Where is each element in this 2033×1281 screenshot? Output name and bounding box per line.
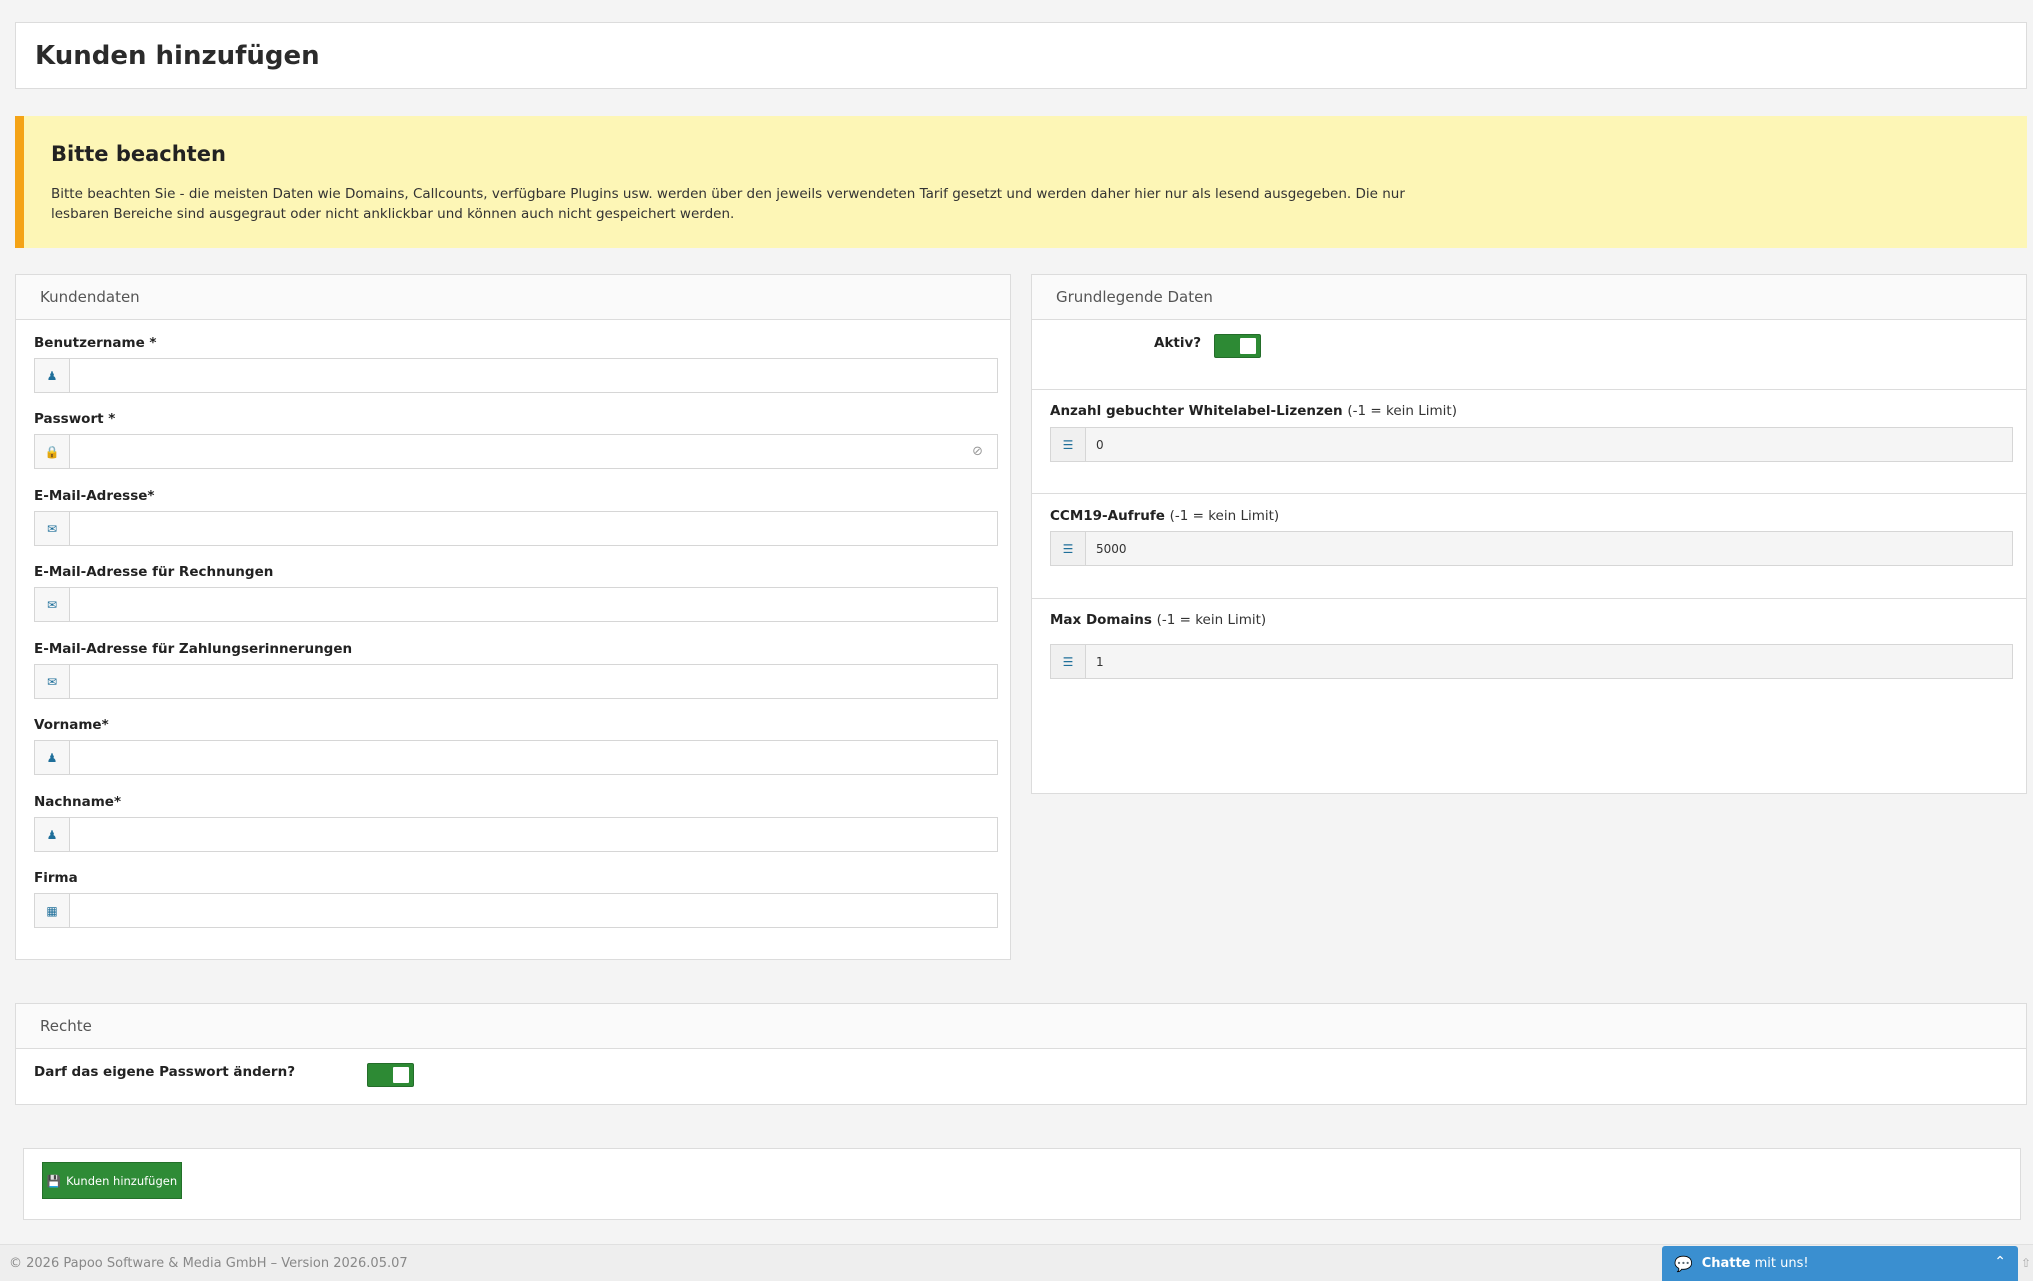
chat-label: Chatte mit uns! xyxy=(1701,1256,1809,1271)
notice-box: Bitte beachten Bitte beachten Sie - die … xyxy=(15,116,2027,248)
notice-title: Bitte beachten xyxy=(51,142,226,166)
chat-bubble-icon: 💬 xyxy=(1674,1254,1693,1273)
footer-text: © 2026 Papoo Software & Media GmbH – Ver… xyxy=(9,1256,408,1271)
active-label: Aktiv? xyxy=(1154,335,1202,351)
divider xyxy=(1032,598,2026,599)
lastname-label: Nachname* xyxy=(34,794,122,810)
invoice-email-group: ✉ xyxy=(34,587,998,622)
password-group: 🔒 ⊘ xyxy=(34,434,998,469)
user-icon: ♟ xyxy=(35,818,70,851)
user-icon: ♟ xyxy=(35,741,70,774)
whitelabel-group: ☰ xyxy=(1050,427,2013,462)
envelope-outline-icon: ✉ xyxy=(35,588,70,621)
floppy-disk-icon: 💾 xyxy=(46,1173,62,1188)
rights-panel-title: Rechte xyxy=(40,1017,92,1035)
basic-panel-title: Grundlegende Daten xyxy=(1056,288,1213,306)
list-icon: ☰ xyxy=(1051,645,1086,678)
password-label: Passwort * xyxy=(34,411,116,427)
lock-icon: 🔒 xyxy=(35,435,70,468)
password-input[interactable] xyxy=(70,435,997,468)
page-title: Kunden hinzufügen xyxy=(35,41,320,71)
notice-text: Bitte beachten Sie - die meisten Daten w… xyxy=(51,186,1405,222)
username-label: Benutzername * xyxy=(34,335,157,351)
envelope-outline-icon: ✉ xyxy=(35,665,70,698)
user-icon: ♟ xyxy=(35,359,70,392)
divider xyxy=(1032,389,2026,390)
customer-panel-title: Kundendaten xyxy=(40,288,140,306)
email-label: E-Mail-Adresse* xyxy=(34,488,155,504)
change-password-toggle[interactable] xyxy=(367,1063,414,1087)
rights-panel: Rechte Darf das eigene Passwort ändern? xyxy=(15,1003,2027,1105)
page-header: Kunden hinzufügen xyxy=(15,22,2027,89)
company-input[interactable] xyxy=(70,894,997,927)
building-icon: ▦ xyxy=(35,894,70,927)
divider xyxy=(1032,493,2026,494)
lastname-input[interactable] xyxy=(70,818,997,851)
invoice-email-input[interactable] xyxy=(70,588,997,621)
firstname-label: Vorname* xyxy=(34,717,109,733)
list-icon: ☰ xyxy=(1051,428,1086,461)
scroll-up-icon[interactable]: ⇧ xyxy=(2021,1256,2031,1270)
calls-label: CCM19-Aufrufe (-1 = kein Limit) xyxy=(1050,508,1280,524)
reminder-email-group: ✉ xyxy=(34,664,998,699)
firstname-input[interactable] xyxy=(70,741,997,774)
customer-panel: Kundendaten Benutzername * ♟ Passwort * … xyxy=(15,274,1011,960)
list-icon: ☰ xyxy=(1051,532,1086,565)
lastname-group: ♟ xyxy=(34,817,998,852)
add-customer-button-label: Kunden hinzufügen xyxy=(66,1173,178,1188)
company-label: Firma xyxy=(34,870,78,886)
reminder-email-input[interactable] xyxy=(70,665,997,698)
calls-group: ☰ xyxy=(1050,531,2013,566)
change-password-label: Darf das eigene Passwort ändern? xyxy=(34,1064,296,1080)
add-customer-button[interactable]: 💾 Kunden hinzufügen xyxy=(42,1162,182,1199)
firstname-group: ♟ xyxy=(34,740,998,775)
domains-group: ☰ xyxy=(1050,644,2013,679)
active-toggle[interactable] xyxy=(1214,334,1261,358)
rights-panel-header: Rechte xyxy=(16,1004,2026,1049)
calls-input xyxy=(1086,532,2012,565)
whitelabel-input xyxy=(1086,428,2012,461)
email-group: ✉ xyxy=(34,511,998,546)
basic-panel-header: Grundlegende Daten xyxy=(1032,275,2026,320)
eye-slash-icon[interactable]: ⊘ xyxy=(972,444,983,459)
basic-data-panel: Grundlegende Daten Aktiv? Anzahl gebucht… xyxy=(1031,274,2027,794)
invoice-email-label: E-Mail-Adresse für Rechnungen xyxy=(34,564,274,580)
email-input[interactable] xyxy=(70,512,997,545)
reminder-email-label: E-Mail-Adresse für Zahlungserinnerungen xyxy=(34,641,353,657)
customer-panel-header: Kundendaten xyxy=(16,275,1010,320)
whitelabel-label: Anzahl gebuchter Whitelabel-Lizenzen (-1… xyxy=(1050,403,1457,419)
actions-panel: 💾 Kunden hinzufügen xyxy=(23,1148,2021,1220)
domains-label: Max Domains (-1 = kein Limit) xyxy=(1050,612,1267,628)
envelope-icon: ✉ xyxy=(35,512,70,545)
domains-input xyxy=(1086,645,2012,678)
chat-widget[interactable]: 💬 Chatte mit uns! ⌃ xyxy=(1662,1246,2018,1281)
chevron-up-icon[interactable]: ⌃ xyxy=(1994,1254,2006,1270)
company-group: ▦ xyxy=(34,893,998,928)
username-input[interactable] xyxy=(70,359,997,392)
username-group: ♟ xyxy=(34,358,998,393)
